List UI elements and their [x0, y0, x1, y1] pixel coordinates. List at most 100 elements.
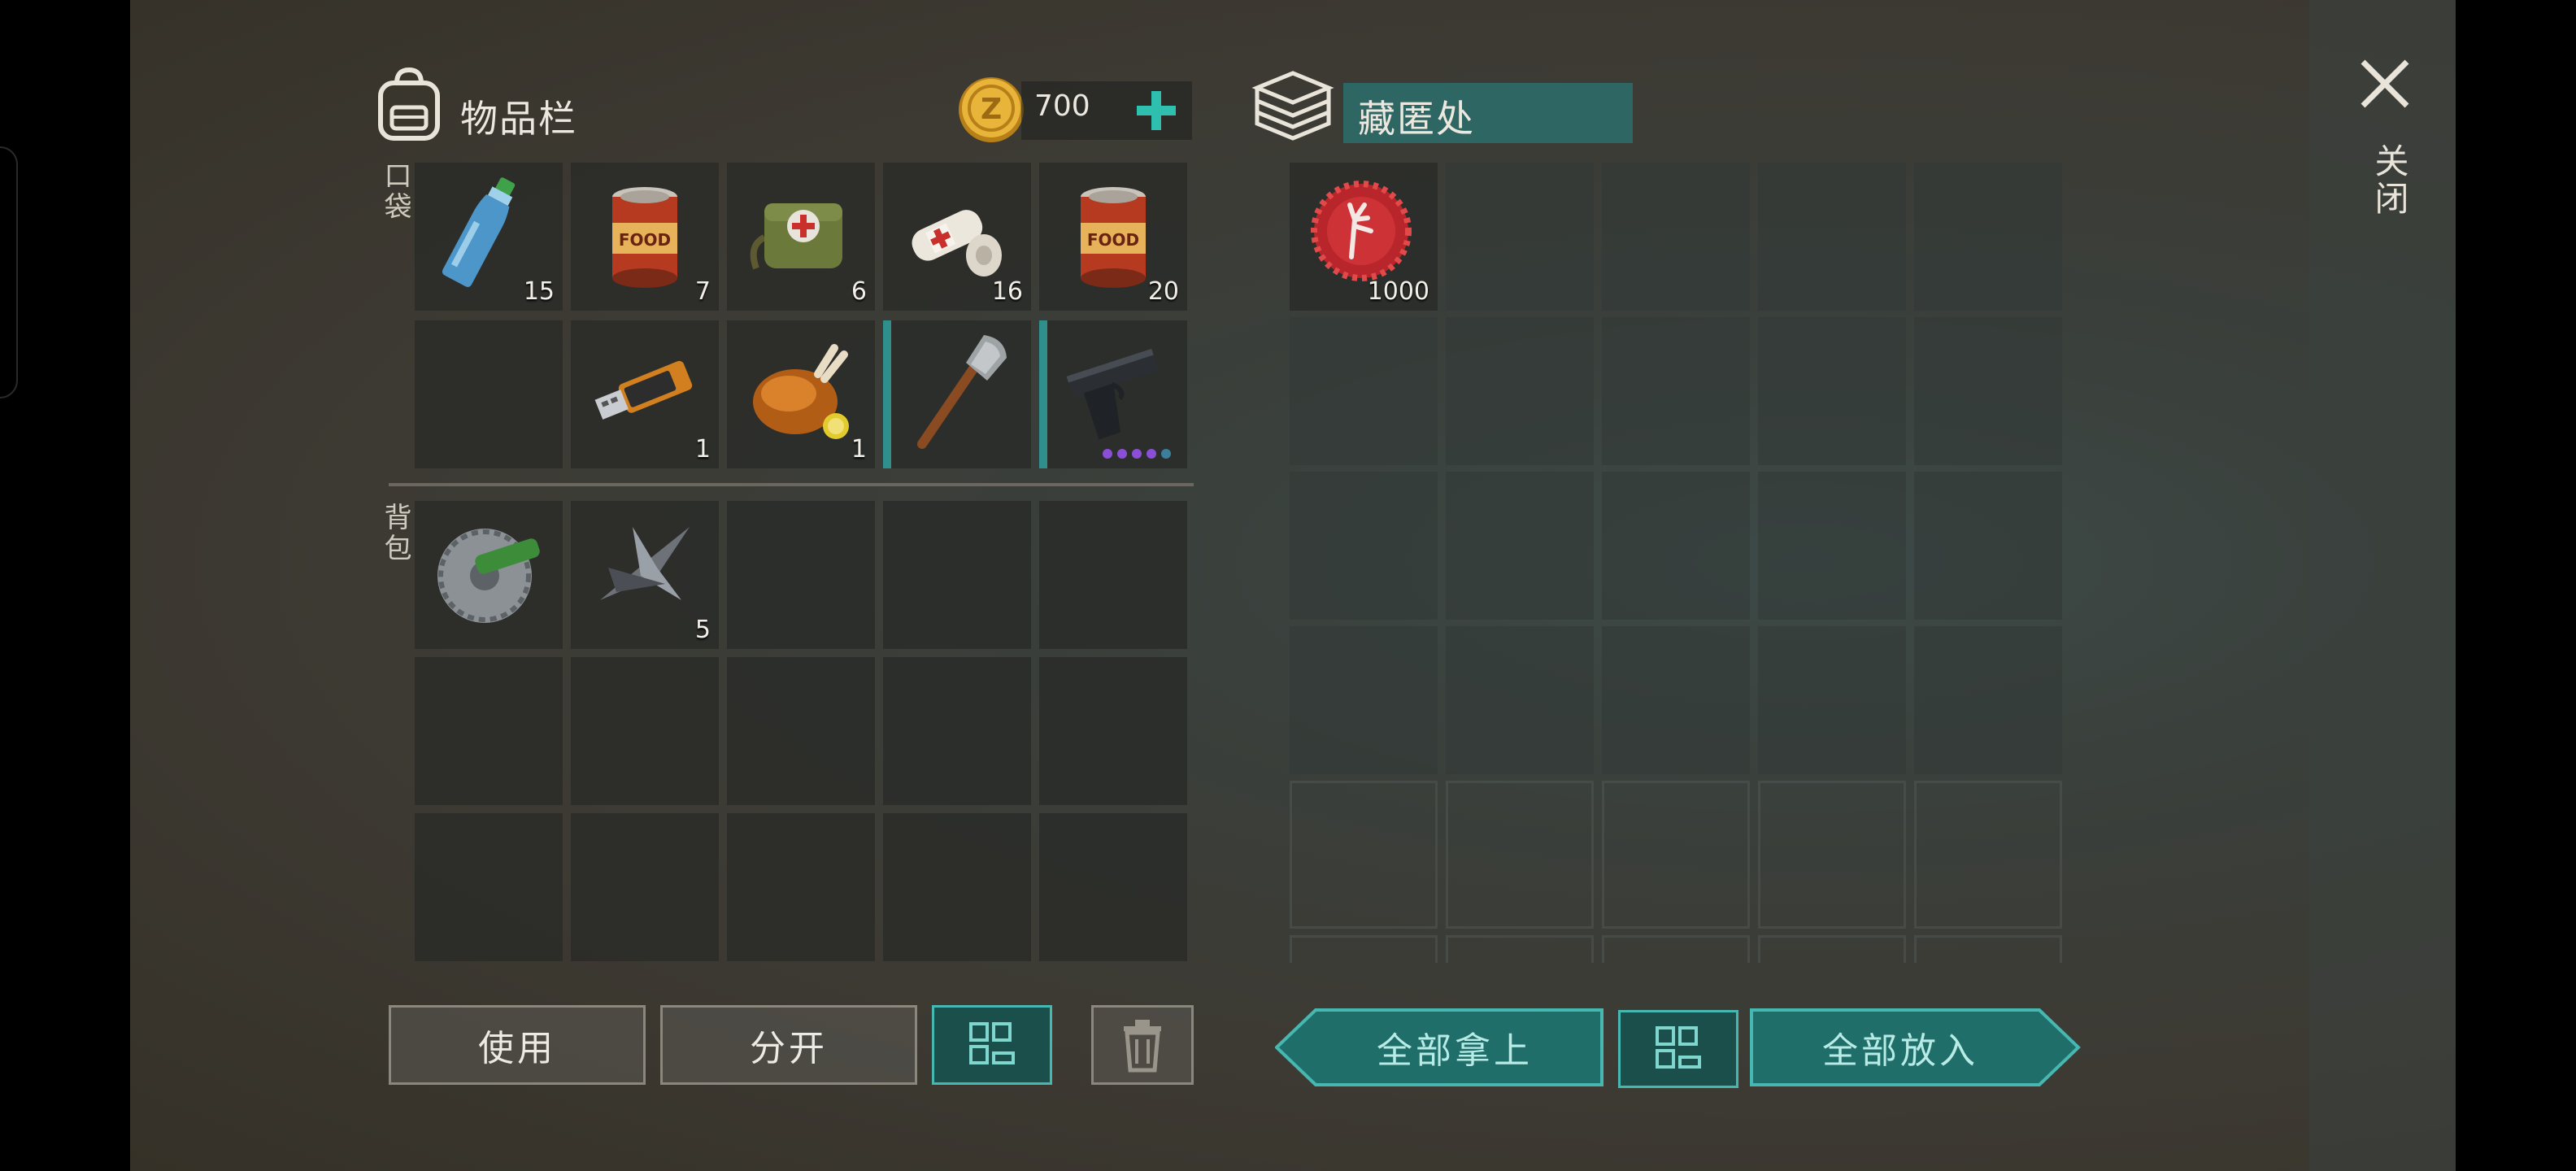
- stash-slot-locked-5: [1914, 781, 2062, 929]
- backpack-slot-3[interactable]: [727, 501, 875, 649]
- trash-icon: [1124, 1020, 1161, 1073]
- backpack-slot-13[interactable]: [727, 813, 875, 961]
- stash-slot-18[interactable]: [1602, 626, 1750, 774]
- medical-kit-icon: [750, 203, 842, 270]
- split-button[interactable]: 分开: [660, 1005, 917, 1085]
- backpack-slot-8[interactable]: [727, 657, 875, 805]
- pocket-slot-7[interactable]: 1: [571, 320, 719, 468]
- put-all-button[interactable]: 全部放入: [1750, 1008, 2082, 1086]
- stash-slot-locked-4: [1758, 781, 1906, 929]
- stash-title: 藏匿处: [1358, 97, 1475, 141]
- grid-icon: [1656, 1026, 1701, 1069]
- metal-scrap-icon: [600, 527, 690, 600]
- pistol-icon: [1066, 348, 1158, 440]
- stash-slot-locked-9: [1758, 935, 1906, 963]
- stash-slot-5[interactable]: [1914, 163, 2062, 311]
- backpack-icon: [372, 65, 446, 143]
- stash-slot-12[interactable]: [1446, 472, 1594, 620]
- backpack-slot-14[interactable]: [883, 813, 1031, 961]
- take-all-label: 全部拿上: [1377, 1030, 1533, 1072]
- item-count: 20: [1147, 277, 1179, 306]
- stash-slot-13[interactable]: [1602, 472, 1750, 620]
- item-count: 1: [851, 435, 867, 464]
- stash-slot-16[interactable]: [1290, 626, 1438, 774]
- grid-icon: [969, 1022, 1015, 1064]
- pocket-slot-1[interactable]: 15: [415, 163, 563, 311]
- stash-slot-19[interactable]: [1758, 626, 1906, 774]
- pocket-slot-2[interactable]: FOOD 7: [571, 163, 719, 311]
- close-label[interactable]: 关闭: [2365, 143, 2414, 218]
- bottle-cap-icon: [1311, 181, 1412, 281]
- stash-slot-17[interactable]: [1446, 626, 1594, 774]
- stash-slot-8[interactable]: [1602, 317, 1750, 465]
- pocket-slot-9[interactable]: [883, 320, 1031, 468]
- stash-slot-locked-10: [1914, 935, 2062, 963]
- item-count: 5: [694, 616, 711, 644]
- circular-saw-blade-icon: [437, 529, 540, 623]
- svg-text:FOOD: FOOD: [619, 230, 671, 250]
- backpack-slot-15[interactable]: [1039, 813, 1187, 961]
- backpack-slot-5[interactable]: [1039, 501, 1187, 649]
- backpack-slot-4[interactable]: [883, 501, 1031, 649]
- pocket-slot-8[interactable]: 1: [727, 320, 875, 468]
- stash-slot-4[interactable]: [1758, 163, 1906, 311]
- stash-slot-locked-1: [1290, 781, 1438, 929]
- add-currency-button[interactable]: [1130, 85, 1182, 137]
- item-count: 1000: [1367, 277, 1429, 306]
- stash-slot-locked-2: [1446, 781, 1594, 929]
- stash-slot-15[interactable]: [1914, 472, 2062, 620]
- stash-slot-6[interactable]: [1290, 317, 1438, 465]
- shovel-icon: [917, 335, 1007, 449]
- stash-slot-locked-7: [1446, 935, 1594, 963]
- bandage-icon: [912, 210, 1002, 276]
- stash-slot-7[interactable]: [1446, 317, 1594, 465]
- backpack-slot-11[interactable]: [415, 813, 563, 961]
- stash-slot-locked-3: [1602, 781, 1750, 929]
- item-count: 6: [851, 277, 867, 306]
- use-button[interactable]: 使用: [389, 1005, 646, 1085]
- stash-sort-grid-button[interactable]: [1618, 1010, 1738, 1088]
- backpack-slot-7[interactable]: [571, 657, 719, 805]
- backpack-slot-6[interactable]: [415, 657, 563, 805]
- screen-notch: [0, 146, 18, 398]
- stash-slot-9[interactable]: [1758, 317, 1906, 465]
- backpack-slot-10[interactable]: [1039, 657, 1187, 805]
- trash-button[interactable]: [1091, 1005, 1194, 1085]
- stash-slot-11[interactable]: [1290, 472, 1438, 620]
- backpack-slot-1[interactable]: [415, 501, 563, 649]
- backpack-slot-9[interactable]: [883, 657, 1031, 805]
- stash-slot-1[interactable]: 1000: [1290, 163, 1438, 311]
- pocket-slot-4[interactable]: 16: [883, 163, 1031, 311]
- put-all-label: 全部放入: [1822, 1030, 1978, 1072]
- canned-food-icon: FOOD: [1081, 187, 1146, 288]
- close-icon[interactable]: [2356, 55, 2413, 112]
- coin-icon: Z: [956, 73, 1026, 146]
- sort-grid-button[interactable]: [932, 1005, 1052, 1085]
- pocket-slot-10[interactable]: [1039, 320, 1187, 468]
- canned-food-icon: FOOD: [612, 187, 677, 288]
- upgrade-dots-icon: [1103, 449, 1171, 459]
- stash-crate-icon: [1251, 67, 1335, 145]
- water-bottle-icon: [442, 177, 516, 288]
- svg-text:FOOD: FOOD: [1087, 230, 1139, 250]
- stash-slot-2[interactable]: [1446, 163, 1594, 311]
- svg-text:Z: Z: [981, 93, 1002, 126]
- pocket-slot-3[interactable]: 6: [727, 163, 875, 311]
- backpack-slot-12[interactable]: [571, 813, 719, 961]
- usb-drive-icon: [594, 360, 693, 420]
- stash-slot-20[interactable]: [1914, 626, 2062, 774]
- roast-chicken-icon: [753, 344, 849, 439]
- item-count: 1: [694, 435, 711, 464]
- pocket-slot-6[interactable]: [415, 320, 563, 468]
- pocket-slot-5[interactable]: FOOD 20: [1039, 163, 1187, 311]
- stash-slot-3[interactable]: [1602, 163, 1750, 311]
- inventory-title: 物品栏: [460, 97, 577, 141]
- section-divider: [389, 483, 1194, 486]
- item-count: 16: [991, 277, 1023, 306]
- stash-slot-14[interactable]: [1758, 472, 1906, 620]
- stash-slot-10[interactable]: [1914, 317, 2062, 465]
- stash-slot-locked-8: [1602, 935, 1750, 963]
- backpack-slot-2[interactable]: 5: [571, 501, 719, 649]
- item-count: 15: [523, 277, 555, 306]
- take-all-button[interactable]: 全部拿上: [1275, 1008, 1605, 1086]
